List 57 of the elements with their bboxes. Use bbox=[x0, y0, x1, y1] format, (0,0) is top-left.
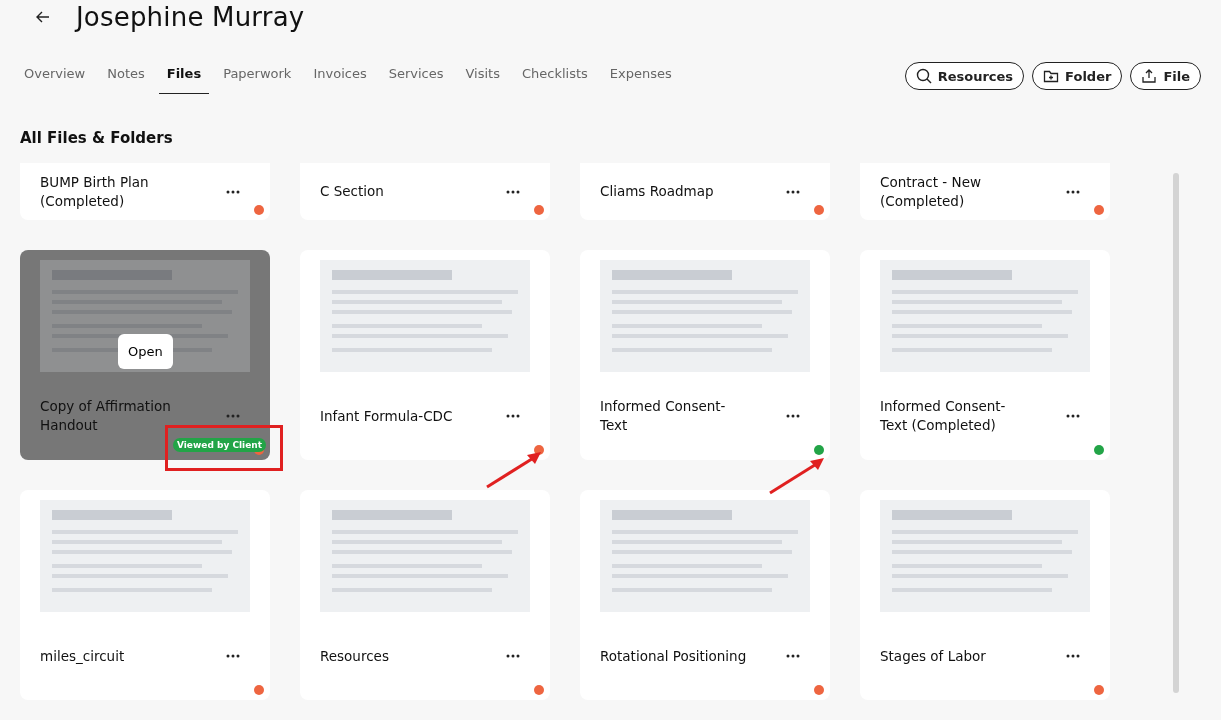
file-name: miles_circuit bbox=[40, 646, 125, 666]
file-name: C Section bbox=[320, 182, 384, 201]
open-button[interactable]: Open bbox=[118, 334, 173, 369]
tab[interactable]: Notes bbox=[99, 58, 153, 94]
file-name: Rotational Positioning bbox=[600, 646, 747, 666]
more-icon bbox=[226, 654, 240, 658]
viewed-badge: Viewed by Client bbox=[172, 438, 266, 452]
file-card[interactable]: BUMP Birth Plan (Completed) bbox=[20, 163, 270, 220]
page-title: Josephine Murray bbox=[76, 2, 305, 32]
scrollbar[interactable] bbox=[1173, 173, 1179, 693]
action-button[interactable]: Folder bbox=[1032, 62, 1123, 90]
file-name: Infant Formula-CDC bbox=[320, 406, 453, 426]
section-heading: All Files & Folders bbox=[20, 129, 174, 147]
file-card[interactable]: Informed Consent-Text bbox=[580, 250, 830, 460]
more-icon bbox=[506, 414, 520, 418]
more-icon bbox=[786, 189, 800, 194]
file-name: Informed Consent-Text bbox=[600, 397, 727, 435]
tab[interactable]: Paperwork bbox=[215, 58, 300, 94]
file-card[interactable]: Copy of Affirmation Handout Open Viewed by Client bbox=[20, 250, 270, 460]
file-name: BUMP Birth Plan (Completed) bbox=[40, 172, 150, 211]
more-icon bbox=[1066, 654, 1080, 658]
back-arrow-icon bbox=[36, 11, 50, 23]
file-name: Informed Consent-Text (Completed) bbox=[880, 397, 1007, 435]
file-card[interactable]: Cliams Roadmap bbox=[580, 163, 830, 220]
tab[interactable]: Visits bbox=[457, 58, 508, 94]
file-name: Cliams Roadmap bbox=[600, 182, 714, 201]
file-card[interactable]: Informed Consent-Text (Completed) bbox=[860, 250, 1110, 460]
more-icon bbox=[226, 189, 240, 194]
action-button[interactable]: Resources bbox=[904, 62, 1025, 90]
file-card[interactable]: C Section bbox=[300, 163, 550, 220]
file-card[interactable]: miles_circuit bbox=[20, 490, 270, 700]
file-name: Contract - New (Completed) bbox=[880, 172, 982, 211]
file-card[interactable]: Contract - New (Completed) bbox=[860, 163, 1110, 220]
more-icon bbox=[786, 654, 800, 658]
file-card[interactable]: Stages of Labor bbox=[860, 490, 1110, 700]
file-card[interactable]: Resources bbox=[300, 490, 550, 700]
tab[interactable]: Expenses bbox=[601, 58, 680, 94]
more-icon bbox=[506, 654, 520, 658]
more-icon bbox=[506, 189, 520, 194]
tab[interactable]: Overview bbox=[16, 58, 94, 94]
tab[interactable]: Invoices bbox=[305, 58, 375, 94]
file-card[interactable]: Rotational Positioning bbox=[580, 490, 830, 700]
file-name: Resources bbox=[320, 646, 389, 666]
more-icon bbox=[1066, 414, 1080, 418]
search-icon bbox=[915, 68, 932, 84]
more-icon bbox=[226, 414, 240, 418]
folder-plus-icon bbox=[1043, 68, 1060, 84]
action-button[interactable]: File bbox=[1130, 62, 1201, 90]
more-icon bbox=[786, 414, 800, 418]
more-icon bbox=[1066, 189, 1080, 194]
tab[interactable]: Checklists bbox=[514, 58, 596, 94]
upload-icon bbox=[1141, 68, 1158, 84]
file-name: Copy of Affirmation Handout bbox=[40, 397, 172, 435]
tab[interactable]: Files bbox=[158, 58, 210, 94]
file-card[interactable]: Infant Formula-CDC bbox=[300, 250, 550, 460]
file-name: Stages of Labor bbox=[880, 646, 986, 666]
tab[interactable]: Services bbox=[380, 58, 452, 94]
